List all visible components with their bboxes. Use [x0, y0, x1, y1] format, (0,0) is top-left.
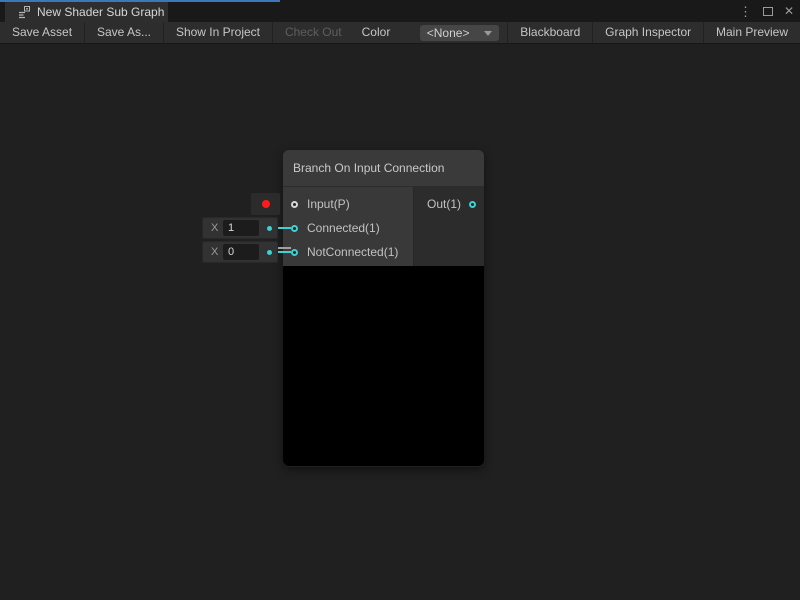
- graph-canvas[interactable]: Branch On Input Connection Input(P) Conn…: [0, 44, 800, 600]
- notconnected-value-input[interactable]: [223, 244, 259, 260]
- node-preview-area: [283, 266, 484, 466]
- connected-value-input[interactable]: [223, 220, 259, 236]
- port-connected-icon[interactable]: [291, 225, 298, 232]
- port-out-label: Out(1): [427, 197, 461, 211]
- tab-bar: New Shader Sub Graph ⋮ ✕: [0, 0, 800, 22]
- save-asset-button[interactable]: Save Asset: [0, 22, 84, 43]
- node-title: Branch On Input Connection: [293, 161, 444, 175]
- port-notconnected-icon[interactable]: [291, 249, 298, 256]
- node-input-ports: Input(P) Connected(1) NotConnected(1): [283, 187, 413, 266]
- graph-toolbar: Save Asset Save As... Show In Project Ch…: [0, 22, 800, 44]
- color-mode-selected-value: <None>: [427, 26, 470, 40]
- check-out-button: Check Out: [273, 22, 354, 43]
- show-in-project-button[interactable]: Show In Project: [164, 22, 272, 43]
- window-menu-icon[interactable]: ⋮: [739, 5, 752, 18]
- port-row-notconnected: NotConnected(1): [283, 240, 413, 264]
- blackboard-toggle-button[interactable]: Blackboard: [508, 22, 592, 43]
- port-row-input: Input(P): [283, 192, 413, 216]
- x-field-label: X: [211, 222, 218, 234]
- window-controls: ⋮ ✕: [739, 0, 794, 22]
- node-header[interactable]: Branch On Input Connection: [283, 150, 484, 187]
- port-row-out: Out(1): [414, 192, 484, 216]
- color-mode-label: Color Mode: [354, 22, 420, 43]
- graph-inspector-toggle-button[interactable]: Graph Inspector: [593, 22, 703, 43]
- port-out-icon[interactable]: [469, 201, 476, 208]
- port-input-label: Input(P): [307, 197, 350, 211]
- stub-port-icon: [267, 250, 272, 255]
- maximize-icon[interactable]: [763, 7, 773, 16]
- save-as-button[interactable]: Save As...: [85, 22, 163, 43]
- chevron-down-icon: [484, 31, 492, 36]
- port-notconnected-label: NotConnected(1): [307, 245, 398, 259]
- toolbar-right-group: Color Mode <None> Blackboard Graph Inspe…: [354, 22, 800, 43]
- port-row-connected: Connected(1): [283, 216, 413, 240]
- property-red-dot-icon: [262, 200, 270, 208]
- tab-title: New Shader Sub Graph: [37, 5, 164, 19]
- color-mode-dropdown[interactable]: <None>: [420, 25, 500, 41]
- sub-graph-icon: [17, 5, 31, 19]
- property-stub-box[interactable]: [251, 193, 280, 215]
- notconnected-value-widget: X: [202, 241, 278, 263]
- stub-port-icon: [267, 226, 272, 231]
- port-connected-label: Connected(1): [307, 221, 380, 235]
- node-port-area: Input(P) Connected(1) NotConnected(1) Ou…: [283, 187, 484, 266]
- tab-new-shader-sub-graph[interactable]: New Shader Sub Graph: [5, 2, 168, 22]
- connected-value-widget: X: [202, 217, 278, 239]
- close-icon[interactable]: ✕: [784, 5, 794, 17]
- x-field-label: X: [211, 246, 218, 258]
- main-preview-toggle-button[interactable]: Main Preview: [704, 22, 800, 43]
- node-branch-on-input-connection[interactable]: Branch On Input Connection Input(P) Conn…: [283, 150, 484, 467]
- node-output-ports: Out(1): [413, 187, 484, 266]
- port-input-icon[interactable]: [291, 201, 298, 208]
